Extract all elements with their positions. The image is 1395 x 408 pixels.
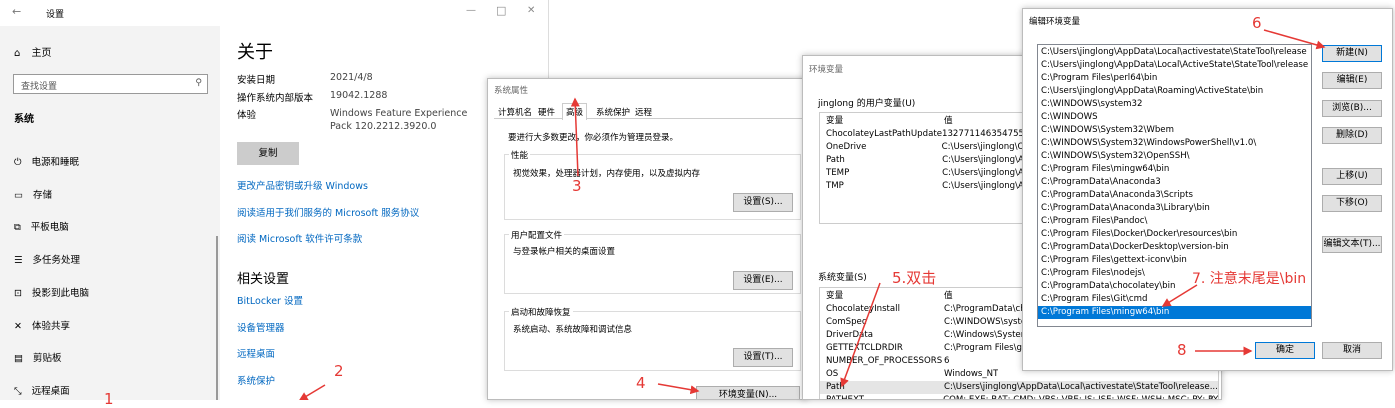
annotation-7: 7. 注意末尾是\bin — [1192, 271, 1307, 287]
arrow-5 — [840, 282, 881, 388]
arrow-3 — [570, 97, 580, 177]
annotation-arrows — [298, 29, 1326, 400]
annotation-4: 4 — [636, 374, 646, 392]
arrow-6 — [1263, 29, 1326, 50]
arrow-4 — [657, 383, 700, 395]
annotation-8: 8 — [1177, 341, 1187, 359]
annotation-1: 1 — [104, 390, 114, 408]
annotation-2: 2 — [334, 362, 344, 380]
annotation-3: 3 — [572, 177, 582, 195]
arrow-7 — [1161, 284, 1198, 307]
annotation-5: 5.双击 — [892, 269, 937, 287]
annotation-6: 6 — [1252, 14, 1262, 32]
arrow-2 — [298, 384, 326, 400]
